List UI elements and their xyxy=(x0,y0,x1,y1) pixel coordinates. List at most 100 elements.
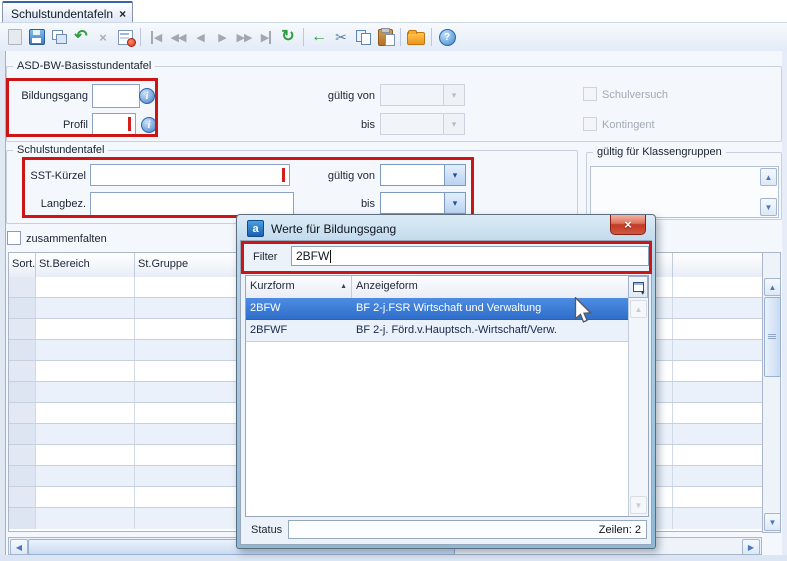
nav-next-icon[interactable]: ▶ xyxy=(212,27,232,47)
rows-count: Zeilen: 2 xyxy=(599,524,641,536)
kontingent-checkbox[interactable] xyxy=(583,117,597,131)
sst-bis-select[interactable]: ▾ xyxy=(380,192,466,214)
app-window: Schulstundentafeln × ↶ × ◀ ◀◀ ◀ ▶ ▶▶ ▶ ↻… xyxy=(0,0,787,561)
column-header-anzeigeform[interactable]: Anzeigeform xyxy=(352,276,629,298)
schulversuch-checkbox[interactable] xyxy=(583,87,597,101)
dialog-close-button[interactable]: × xyxy=(610,215,646,235)
nav-first-icon[interactable]: ◀ xyxy=(146,27,166,47)
group-sst-legend: Schulstundentafel xyxy=(13,144,108,156)
duplicate-window-icon[interactable] xyxy=(49,27,69,47)
filter-label: Filter xyxy=(253,251,277,263)
tab-title: Schulstundentafeln xyxy=(11,7,113,21)
scroll-up-icon[interactable]: ▲ xyxy=(764,278,781,296)
nav-prev-fast-icon[interactable]: ◀◀ xyxy=(168,27,188,47)
save-icon[interactable] xyxy=(27,27,47,47)
column-header-stbereich[interactable]: St.Bereich xyxy=(36,253,135,277)
werte-dialog: a Werte für Bildungsgang × Filter 2BFW K… xyxy=(236,214,656,549)
scroll-up-icon[interactable]: ▲ xyxy=(630,300,647,318)
column-picker-icon[interactable] xyxy=(628,276,648,298)
info-icon[interactable]: i xyxy=(139,88,155,104)
chevron-down-icon: ▾ xyxy=(444,164,466,186)
kontingent-label: Kontingent xyxy=(602,119,692,131)
filter-input[interactable]: 2BFW xyxy=(291,246,649,266)
schulversuch-label: Schulversuch xyxy=(602,89,692,101)
toolbar-separator xyxy=(303,28,304,46)
table-row-selected[interactable]: 2BFW BF 2-j.FSR Wirtschaft und Verwaltun… xyxy=(246,298,629,320)
filter-value: 2BFW xyxy=(296,249,329,263)
nav-next-fast-icon[interactable]: ▶▶ xyxy=(234,27,254,47)
dialog-body: Filter 2BFW Kurzform ▲ Anzeigeform xyxy=(240,240,652,545)
content-area: ASD-BW-Basisstundentafel Bildungsgang i … xyxy=(0,51,787,561)
group-basis-legend: ASD-BW-Basisstundentafel xyxy=(13,60,155,72)
chevron-down-icon: ▾ xyxy=(443,84,465,106)
status-label: Status xyxy=(251,524,282,536)
tab-close-icon[interactable]: × xyxy=(119,9,126,19)
column-header-sort[interactable]: Sort. xyxy=(9,253,36,277)
scroll-down-icon[interactable]: ▼ xyxy=(764,513,781,531)
klassengruppen-listbox[interactable]: ▲ ▼ xyxy=(590,166,779,218)
nav-last-icon[interactable]: ▶ xyxy=(256,27,276,47)
cell-kurzform: 2BFWF xyxy=(246,320,352,341)
profil-input[interactable] xyxy=(92,113,136,135)
toolbar: ↶ × ◀ ◀◀ ◀ ▶ ▶▶ ▶ ↻ ← ✂ ? xyxy=(0,22,787,52)
nav-prev-icon[interactable]: ◀ xyxy=(190,27,210,47)
gueltig-von-select[interactable]: ▾ xyxy=(380,84,465,106)
bildungsgang-input[interactable] xyxy=(92,84,140,108)
window-right-edge xyxy=(782,51,787,561)
bis-label: bis xyxy=(300,119,375,131)
copy-icon[interactable] xyxy=(353,27,373,47)
sst-kuerzel-input[interactable] xyxy=(90,164,290,186)
sst-gueltig-von-label: gültig von xyxy=(300,170,375,182)
bildungsgang-label: Bildungsgang xyxy=(4,90,88,102)
column-header-kurzform[interactable]: Kurzform ▲ xyxy=(246,276,352,298)
scroll-up-icon[interactable]: ▲ xyxy=(760,168,777,186)
chevron-down-icon: ▾ xyxy=(443,113,465,135)
table-row[interactable]: 2BFWF BF 2-j. Förd.v.Hauptsch.-Wirtschaf… xyxy=(246,320,629,342)
toolbar-separator xyxy=(431,28,432,46)
window-bottom-edge xyxy=(0,555,787,561)
chevron-down-icon: ▾ xyxy=(444,192,466,214)
required-marker xyxy=(128,117,131,131)
cell-kurzform: 2BFW xyxy=(246,298,352,319)
undo-icon[interactable]: ↶ xyxy=(71,27,91,47)
text-caret xyxy=(330,250,331,263)
bis-select[interactable]: ▾ xyxy=(380,113,465,135)
new-icon[interactable] xyxy=(5,27,25,47)
help-icon[interactable]: ? xyxy=(437,27,457,47)
dialog-titlebar[interactable]: a Werte für Bildungsgang xyxy=(247,220,396,237)
mouse-cursor xyxy=(574,297,592,324)
gueltig-von-label: gültig von xyxy=(300,90,375,102)
status-field: Zeilen: 2 xyxy=(288,520,647,539)
required-marker xyxy=(282,168,285,182)
form-options-icon[interactable] xyxy=(115,27,135,47)
toolbar-separator xyxy=(400,28,401,46)
scroll-down-icon[interactable]: ▼ xyxy=(630,496,647,514)
dialog-vertical-scrollbar[interactable]: ▲ ▼ xyxy=(628,298,648,516)
sst-kuerzel-label: SST-Kürzel xyxy=(4,170,86,182)
delete-icon[interactable]: × xyxy=(93,27,113,47)
sst-gueltig-von-select[interactable]: ▾ xyxy=(380,164,466,186)
paste-icon[interactable] xyxy=(375,27,395,47)
tab-bar: Schulstundentafeln × xyxy=(0,0,787,22)
app-logo-icon: a xyxy=(247,220,264,237)
scrollbar-thumb[interactable] xyxy=(764,297,781,377)
klassengruppen-legend: gültig für Klassengruppen xyxy=(593,146,726,158)
tab-schulstundentafeln[interactable]: Schulstundentafeln × xyxy=(2,1,133,24)
langbez-input[interactable] xyxy=(90,192,294,216)
sst-bis-label: bis xyxy=(300,198,375,210)
cut-icon[interactable]: ✂ xyxy=(331,27,351,47)
folder-icon[interactable] xyxy=(406,27,426,47)
back-arrow-icon[interactable]: ← xyxy=(309,27,329,47)
column-header-empty[interactable] xyxy=(673,253,763,277)
vertical-scrollbar[interactable]: ▲ ▼ xyxy=(762,252,781,533)
scroll-down-icon[interactable]: ▼ xyxy=(760,198,777,216)
dialog-table-header: Kurzform ▲ Anzeigeform xyxy=(246,276,629,299)
info-icon[interactable]: i xyxy=(141,117,157,133)
refresh-icon[interactable]: ↻ xyxy=(278,27,298,47)
profil-label: Profil xyxy=(4,119,88,131)
scroll-left-icon[interactable]: ◀ xyxy=(10,539,28,555)
zusammenfalten-checkbox[interactable] xyxy=(7,231,21,245)
toolbar-separator xyxy=(140,28,141,46)
langbez-label: Langbez. xyxy=(4,198,86,210)
scroll-right-icon[interactable]: ▶ xyxy=(742,539,760,555)
